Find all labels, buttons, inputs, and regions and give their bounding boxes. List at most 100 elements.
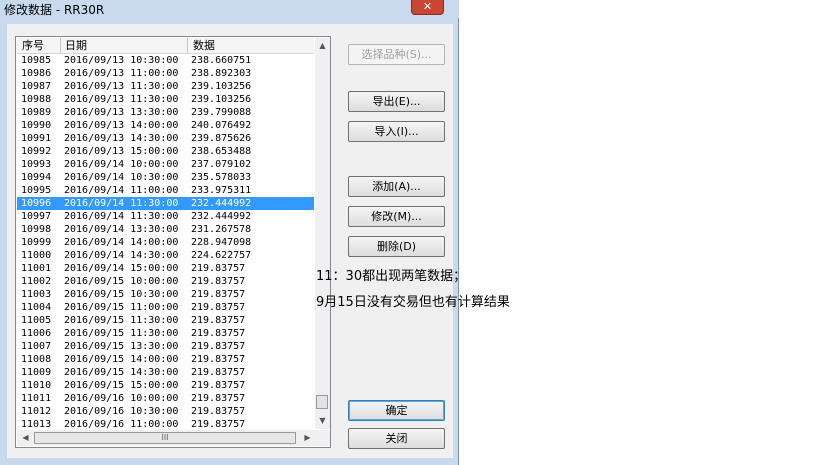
row-index-cell: 10999 xyxy=(21,237,52,248)
row-index-cell: 10989 xyxy=(21,107,52,118)
table-row[interactable]: 11004 2016/09/15 11:00:00 219.83757 xyxy=(17,301,314,314)
table-row[interactable]: 11005 2016/09/15 11:30:00 219.83757 xyxy=(17,314,314,327)
select-variety-button[interactable]: 选择品种(S)... xyxy=(348,44,445,65)
horizontal-scrollbar[interactable]: ◀ III ▶ xyxy=(17,430,315,446)
ok-button[interactable]: 确定 xyxy=(348,400,445,421)
delete-button[interactable]: 删除(D) xyxy=(348,236,445,257)
table-row[interactable]: 10997 2016/09/14 11:30:00 232.444992 xyxy=(17,210,314,223)
row-date-cell: 2016/09/13 14:00:00 xyxy=(64,120,179,131)
table-row[interactable]: 10999 2016/09/14 14:00:00 228.947098 xyxy=(17,236,314,249)
table-row[interactable]: 10985 2016/09/13 10:30:00 238.660751 xyxy=(17,54,314,67)
add-button[interactable]: 添加(A)... xyxy=(348,176,445,197)
close-window-button[interactable]: ✕ xyxy=(411,0,444,15)
row-value-cell: 228.947098 xyxy=(191,237,252,248)
column-header-index[interactable]: 序号 xyxy=(22,39,44,53)
row-value-cell: 232.444992 xyxy=(191,198,252,209)
row-date-cell: 2016/09/15 10:30:00 xyxy=(64,289,179,300)
table-row[interactable]: 11008 2016/09/15 14:00:00 219.83757 xyxy=(17,353,314,366)
row-value-cell: 219.83757 xyxy=(191,263,246,274)
vertical-scroll-thumb[interactable] xyxy=(316,395,328,409)
window-title: 修改数据 - RR30R xyxy=(4,3,105,17)
row-value-cell: 219.83757 xyxy=(191,328,246,339)
row-index-cell: 11000 xyxy=(21,250,52,261)
table-row[interactable]: 10991 2016/09/13 14:30:00 239.875626 xyxy=(17,132,314,145)
table-row[interactable]: 11003 2016/09/15 10:30:00 219.83757 xyxy=(17,288,314,301)
table-row[interactable]: 11010 2016/09/15 15:00:00 219.83757 xyxy=(17,379,314,392)
row-value-cell: 233.975311 xyxy=(191,185,252,196)
row-value-cell: 238.653488 xyxy=(191,146,252,157)
table-row[interactable]: 11011 2016/09/16 10:00:00 219.83757 xyxy=(17,392,314,405)
scroll-left-arrow-icon[interactable]: ◀ xyxy=(18,433,33,442)
table-row-selected[interactable]: 10996 2016/09/14 11:30:00 232.444992 xyxy=(17,197,314,210)
column-header-date[interactable]: 日期 xyxy=(65,39,87,53)
table-row[interactable]: 11009 2016/09/15 14:30:00 219.83757 xyxy=(17,366,314,379)
row-value-cell: 219.83757 xyxy=(191,276,246,287)
table-row[interactable]: 10994 2016/09/14 10:30:00 235.578033 xyxy=(17,171,314,184)
close-button[interactable]: 关闭 xyxy=(348,428,445,449)
row-index-cell: 10997 xyxy=(21,211,52,222)
table-row[interactable]: 11002 2016/09/15 10:00:00 219.83757 xyxy=(17,275,314,288)
column-divider[interactable] xyxy=(187,38,188,53)
row-value-cell: 239.103256 xyxy=(191,94,252,105)
table-row[interactable]: 10988 2016/09/13 11:30:00 239.103256 xyxy=(17,93,314,106)
row-index-cell: 10993 xyxy=(21,159,52,170)
table-row[interactable]: 10987 2016/09/13 11:30:00 239.103256 xyxy=(17,80,314,93)
table-row[interactable]: 10993 2016/09/14 10:00:00 237.079102 xyxy=(17,158,314,171)
modify-button[interactable]: 修改(M)... xyxy=(348,206,445,227)
scrollbar-corner xyxy=(315,430,330,446)
scroll-down-arrow-icon[interactable]: ▼ xyxy=(315,416,330,425)
row-date-cell: 2016/09/15 13:30:00 xyxy=(64,341,179,352)
table-row[interactable]: 11000 2016/09/14 14:30:00 224.622757 xyxy=(17,249,314,262)
row-index-cell: 11006 xyxy=(21,328,52,339)
row-date-cell: 2016/09/13 11:30:00 xyxy=(64,81,179,92)
row-value-cell: 238.660751 xyxy=(191,55,252,66)
row-date-cell: 2016/09/15 14:00:00 xyxy=(64,354,179,365)
row-index-cell: 11008 xyxy=(21,354,52,365)
export-button[interactable]: 导出(E)... xyxy=(348,91,445,112)
import-button[interactable]: 导入(I)... xyxy=(348,121,445,142)
column-header-value[interactable]: 数据 xyxy=(193,39,215,53)
row-index-cell: 10998 xyxy=(21,224,52,235)
vertical-scrollbar[interactable]: ▲ ▼ xyxy=(315,38,330,429)
annotation-line-1: 11：30都出现两笔数据； xyxy=(316,269,467,284)
table-row[interactable]: 11001 2016/09/14 15:00:00 219.83757 xyxy=(17,262,314,275)
table-row[interactable]: 11006 2016/09/15 11:30:00 219.83757 xyxy=(17,327,314,340)
row-index-cell: 10995 xyxy=(21,185,52,196)
title-bar[interactable]: 修改数据 - RR30R ✕ xyxy=(0,0,459,18)
row-index-cell: 11003 xyxy=(21,289,52,300)
table-row[interactable]: 10998 2016/09/14 13:30:00 231.267578 xyxy=(17,223,314,236)
edit-data-dialog: 修改数据 - RR30R ✕ 序号 日期 数据 10985 2016/09/13 … xyxy=(0,0,459,465)
row-date-cell: 2016/09/14 10:00:00 xyxy=(64,159,179,170)
row-index-cell: 11012 xyxy=(21,406,52,417)
row-date-cell: 2016/09/14 11:30:00 xyxy=(64,198,179,209)
row-value-cell: 219.83757 xyxy=(191,406,246,417)
row-date-cell: 2016/09/13 10:30:00 xyxy=(64,55,179,66)
row-value-cell: 219.83757 xyxy=(191,354,246,365)
row-date-cell: 2016/09/14 10:30:00 xyxy=(64,172,179,183)
table-row[interactable]: 11012 2016/09/16 10:30:00 219.83757 xyxy=(17,405,314,418)
row-value-cell: 231.267578 xyxy=(191,224,252,235)
data-list[interactable]: 序号 日期 数据 10985 2016/09/13 10:30:00 238.660… xyxy=(15,36,331,448)
row-date-cell: 2016/09/14 14:30:00 xyxy=(64,250,179,261)
table-row[interactable]: 11007 2016/09/15 13:30:00 219.83757 xyxy=(17,340,314,353)
table-row[interactable]: 10995 2016/09/14 11:00:00 233.975311 xyxy=(17,184,314,197)
row-date-cell: 2016/09/16 10:30:00 xyxy=(64,406,179,417)
scroll-up-arrow-icon[interactable]: ▲ xyxy=(315,41,330,50)
table-row[interactable]: 10989 2016/09/13 13:30:00 239.799088 xyxy=(17,106,314,119)
row-date-cell: 2016/09/15 15:00:00 xyxy=(64,380,179,391)
table-row[interactable]: 10992 2016/09/13 15:00:00 238.653488 xyxy=(17,145,314,158)
row-date-cell: 2016/09/15 10:00:00 xyxy=(64,276,179,287)
row-value-cell: 219.83757 xyxy=(191,341,246,352)
row-value-cell: 219.83757 xyxy=(191,289,246,300)
column-divider[interactable] xyxy=(60,38,61,53)
row-index-cell: 10990 xyxy=(21,120,52,131)
row-date-cell: 2016/09/14 13:30:00 xyxy=(64,224,179,235)
row-value-cell: 239.799088 xyxy=(191,107,252,118)
row-index-cell: 10996 xyxy=(21,198,52,209)
scroll-right-arrow-icon[interactable]: ▶ xyxy=(300,433,315,442)
row-value-cell: 219.83757 xyxy=(191,367,246,378)
table-row[interactable]: 10990 2016/09/13 14:00:00 240.076492 xyxy=(17,119,314,132)
row-index-cell: 11010 xyxy=(21,380,52,391)
horizontal-scroll-thumb[interactable]: III xyxy=(34,432,296,444)
table-row[interactable]: 10986 2016/09/13 11:00:00 238.892303 xyxy=(17,67,314,80)
